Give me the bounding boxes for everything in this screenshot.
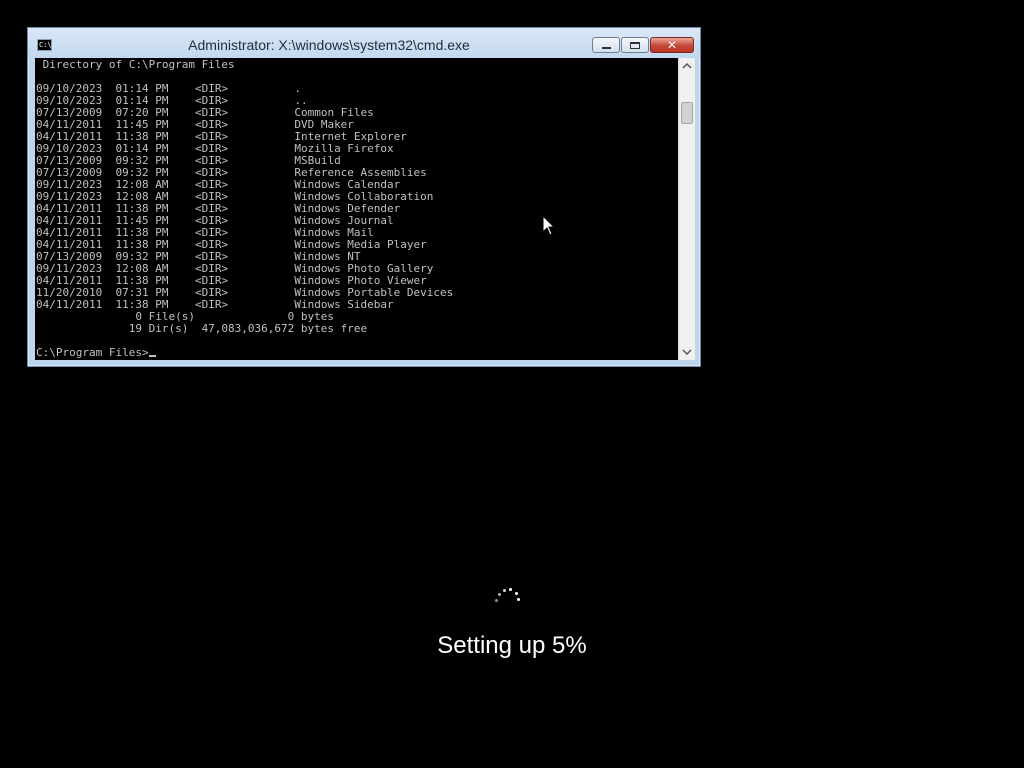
- chevron-down-icon[interactable]: [679, 344, 695, 360]
- cmd-window[interactable]: C:\. Administrator: X:\windows\system32\…: [27, 27, 701, 367]
- command-prompt: C:\Program Files>: [36, 346, 149, 359]
- maximize-icon: [630, 41, 640, 49]
- caption-buttons: ✕: [592, 37, 694, 54]
- chevron-up-icon[interactable]: [679, 58, 695, 74]
- minimize-icon: [601, 47, 611, 49]
- console-header: Directory of C:\Program Files: [36, 58, 235, 71]
- close-icon: ✕: [666, 38, 678, 52]
- command-prompt-line[interactable]: C:\Program Files>: [36, 347, 678, 359]
- setup-status-text: Setting up 5%: [437, 632, 587, 659]
- console-output[interactable]: Directory of C:\Program Files 09/10/2023 …: [35, 58, 678, 360]
- minimize-button[interactable]: [592, 37, 620, 53]
- mouse-pointer-icon: [542, 215, 556, 236]
- directory-listing: 09/10/2023 01:14 PM <DIR> . 09/10/2023 01…: [36, 83, 678, 311]
- text-cursor: [148, 355, 156, 357]
- vertical-scrollbar[interactable]: [678, 58, 695, 360]
- maximize-button[interactable]: [621, 37, 649, 53]
- close-button[interactable]: ✕: [650, 37, 694, 53]
- loading-spinner-icon: [494, 586, 522, 606]
- scrollbar-thumb[interactable]: [681, 102, 693, 124]
- title-bar[interactable]: C:\. Administrator: X:\windows\system32\…: [28, 28, 700, 58]
- dirs-summary: 19 Dir(s) 47,083,036,672 bytes free: [36, 322, 368, 335]
